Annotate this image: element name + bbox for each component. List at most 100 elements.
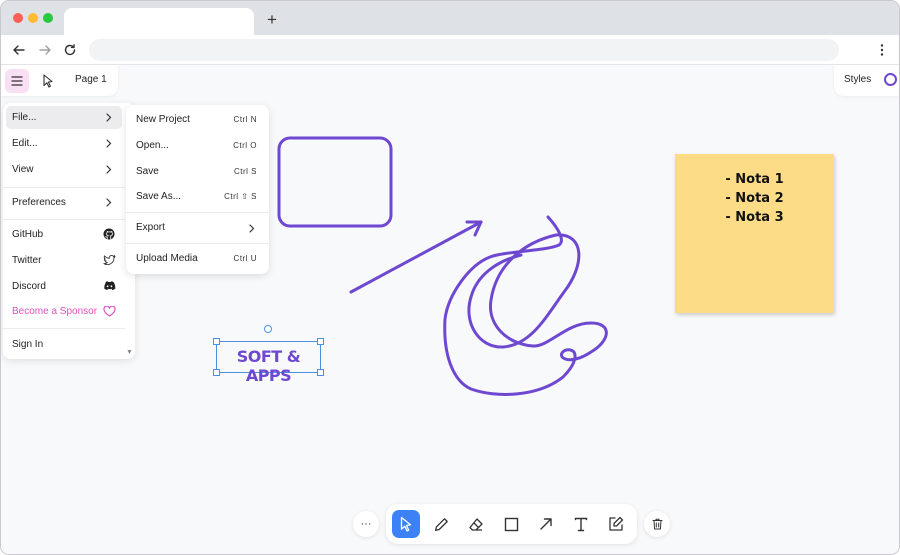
menu-item-github[interactable]: GitHub — [6, 223, 122, 246]
more-options-button[interactable]: ··· — [353, 511, 379, 537]
github-icon — [102, 227, 116, 241]
keyboard-shortcut: Ctrl U — [233, 254, 257, 263]
menu-item-label: View — [12, 164, 34, 175]
select-icon — [400, 516, 412, 532]
styles-panel[interactable]: Styles — [834, 65, 899, 96]
menu-divider — [3, 219, 125, 220]
minimize-window-button[interactable] — [28, 13, 38, 23]
back-icon[interactable] — [9, 40, 29, 60]
forward-icon[interactable] — [35, 40, 55, 60]
top-left-panel: Page 1 — [1, 65, 118, 96]
eraser-icon — [469, 517, 483, 531]
heart-icon — [102, 304, 116, 318]
close-window-button[interactable] — [13, 13, 23, 23]
submenu-item-new-project[interactable]: New Project Ctrl N — [130, 109, 265, 131]
chevron-right-icon — [102, 136, 116, 150]
keyboard-shortcut: Ctrl N — [233, 115, 257, 124]
main-menu: File... Edit... View Preferences GitHub — [3, 103, 135, 359]
eraser-tool-button[interactable] — [462, 510, 490, 538]
main-menu-button[interactable] — [5, 69, 29, 93]
rectangle-tool-button[interactable] — [497, 510, 525, 538]
drawing-canvas[interactable]: - Nota 1 - Nota 2 - Nota 3 SOFT & APPS P… — [1, 65, 899, 554]
freehand-scribble[interactable] — [443, 215, 608, 396]
menu-item-label: Preferences — [12, 197, 66, 208]
resize-handle-top-left[interactable] — [213, 338, 220, 345]
submenu-item-upload-media[interactable]: Upload Media Ctrl U — [130, 248, 265, 270]
scroll-down-icon[interactable]: ▼ — [126, 349, 133, 356]
submenu-item-label: Save As... — [136, 191, 182, 202]
menu-item-label: GitHub — [12, 229, 44, 240]
sticky-note-line: - Nota 3 — [725, 210, 784, 225]
arrow-icon — [540, 518, 552, 530]
submenu-item-label: Upload Media — [136, 253, 198, 264]
submenu-divider — [126, 243, 269, 244]
menu-item-label: Discord — [12, 281, 46, 292]
color-swatch-icon — [884, 73, 897, 86]
submenu-item-label: New Project — [136, 114, 190, 125]
browser-tab[interactable] — [64, 8, 254, 35]
resize-handle-bottom-left[interactable] — [213, 369, 220, 376]
submenu-item-export[interactable]: Export — [130, 217, 265, 239]
delete-button[interactable] — [644, 511, 670, 537]
selected-text-shape[interactable]: SOFT & APPS — [213, 338, 324, 385]
resize-handle-top-right[interactable] — [317, 338, 324, 345]
pencil-icon — [434, 517, 448, 531]
select-tool-button[interactable] — [392, 510, 420, 538]
menu-divider — [3, 187, 125, 188]
submenu-item-save[interactable]: Save Ctrl S — [130, 161, 265, 183]
new-tab-button[interactable]: + — [263, 10, 281, 30]
sticky-note-line: - Nota 1 — [725, 172, 784, 187]
menu-item-sign-in[interactable]: Sign In — [6, 333, 122, 356]
arrow-tool-button[interactable] — [532, 510, 560, 538]
address-bar[interactable] — [89, 39, 839, 61]
maximize-window-button[interactable] — [43, 13, 53, 23]
twitter-icon — [102, 253, 116, 267]
menu-item-twitter[interactable]: Twitter — [6, 249, 122, 272]
text-shape-label: SOFT & APPS — [236, 347, 301, 385]
keyboard-shortcut: Ctrl ⇧ S — [224, 192, 257, 201]
styles-label: Styles — [844, 74, 872, 85]
tab-bar: + — [1, 1, 899, 35]
menu-item-preferences[interactable]: Preferences — [6, 191, 122, 214]
menu-item-discord[interactable]: Discord — [6, 275, 122, 298]
browser-window: + - Nota 1 - Nota 2 - Nota 3 SOFT & APPS… — [0, 0, 900, 555]
tools-toolbar — [386, 504, 637, 544]
reload-icon[interactable] — [60, 40, 80, 60]
hamburger-icon — [11, 76, 23, 86]
chevron-right-icon — [102, 195, 116, 209]
draw-tool-button[interactable] — [427, 510, 455, 538]
select-mode-button[interactable] — [39, 71, 57, 91]
rotate-handle[interactable] — [264, 325, 272, 333]
drawn-rectangle[interactable] — [277, 136, 393, 228]
chevron-right-icon — [102, 110, 116, 124]
submenu-item-label: Export — [136, 222, 165, 233]
keyboard-shortcut: Ctrl S — [234, 167, 257, 176]
file-submenu: New Project Ctrl N Open... Ctrl O Save C… — [126, 105, 269, 274]
menu-item-label: Edit... — [12, 138, 38, 149]
menu-item-file[interactable]: File... — [6, 106, 122, 129]
page-selector[interactable]: Page 1 — [75, 74, 107, 85]
note-tool-button[interactable] — [602, 510, 630, 538]
browser-toolbar — [1, 35, 899, 65]
text-tool-button[interactable] — [567, 510, 595, 538]
menu-divider — [3, 328, 125, 329]
menu-item-label: File... — [12, 112, 37, 123]
menu-item-sponsor[interactable]: Become a Sponsor — [6, 300, 122, 323]
trash-icon — [652, 518, 662, 530]
submenu-item-save-as[interactable]: Save As... Ctrl ⇧ S — [130, 186, 265, 208]
menu-item-edit[interactable]: Edit... — [6, 132, 122, 155]
submenu-item-open[interactable]: Open... Ctrl O — [130, 135, 265, 157]
menu-item-view[interactable]: View — [6, 158, 122, 181]
sticky-note[interactable]: - Nota 1 - Nota 2 - Nota 3 — [675, 154, 834, 313]
text-icon — [574, 517, 588, 531]
submenu-divider — [126, 212, 269, 213]
submenu-item-label: Open... — [136, 140, 169, 151]
rectangle-icon — [504, 517, 518, 531]
keyboard-shortcut: Ctrl O — [233, 141, 257, 150]
browser-menu-icon[interactable] — [875, 40, 889, 60]
resize-handle-bottom-right[interactable] — [317, 369, 324, 376]
sticky-note-icon — [609, 516, 624, 531]
chevron-right-icon — [102, 162, 116, 176]
sticky-note-line: - Nota 2 — [725, 191, 784, 206]
sticky-note-text: - Nota 1 - Nota 2 - Nota 3 — [675, 170, 834, 227]
